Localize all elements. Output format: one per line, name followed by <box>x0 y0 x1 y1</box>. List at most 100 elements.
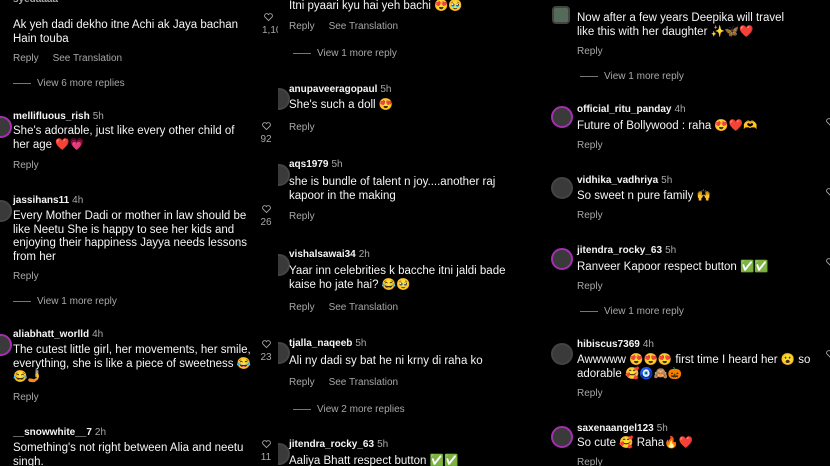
comment-username[interactable]: official_ritu_panday 4h <box>577 104 686 115</box>
reply-button[interactable]: Reply <box>289 122 315 133</box>
comment-username[interactable]: jassihans11 4h <box>13 195 83 206</box>
comment-username[interactable]: jitendra_rocky_63 5h <box>289 439 388 450</box>
comment-text: Now after a few years Deepika will trave… <box>577 12 785 38</box>
comment-time: 5h <box>661 175 673 186</box>
comment-text: Every Mother Dadi or mother in law shoul… <box>13 210 247 263</box>
reply-button[interactable]: Reply <box>13 271 39 282</box>
heart-icon <box>825 258 830 266</box>
comment-username[interactable]: aliabhatt_worlld 4h <box>13 329 103 340</box>
reply-row: Reply <box>577 46 617 57</box>
reply-button[interactable]: Reply <box>13 392 39 403</box>
comment-username[interactable]: __snowwhite__7 2h <box>13 427 106 438</box>
reply-row: Reply <box>577 388 617 399</box>
comment-text: Aaliya Bhatt respect button ✅✅ <box>289 455 459 466</box>
like-count: 92 <box>260 134 272 145</box>
comment-username[interactable]: mellifluous_rish 5h <box>13 111 104 122</box>
reply-button[interactable]: Reply <box>289 211 315 222</box>
comment-username[interactable]: jitendra_rocky_63 5h <box>577 245 676 256</box>
reply-row: Reply <box>13 392 53 403</box>
reply-row: Reply <box>577 281 617 292</box>
like-button[interactable]: 23 <box>260 340 272 364</box>
reply-button[interactable]: Reply <box>13 53 39 64</box>
comment-text: Awwwww 😍😍😍 first time I heard her 😮 so a… <box>577 354 811 380</box>
reply-button[interactable]: Reply <box>577 388 603 399</box>
comment-column-1: syedaaaa Ak yeh dadi dekho itne Achi ak … <box>0 0 278 466</box>
like-button[interactable] <box>824 350 830 362</box>
view-more-replies[interactable]: View 1 more reply <box>580 71 684 82</box>
view-more-replies[interactable]: View 6 more replies <box>13 78 125 89</box>
reply-button[interactable]: Reply <box>13 160 39 171</box>
comment-username[interactable]: saxenaangel123 5h <box>577 423 668 434</box>
see-translation-button[interactable]: See Translation <box>329 302 399 313</box>
avatar[interactable] <box>551 177 573 199</box>
like-button[interactable] <box>824 258 830 270</box>
comment-text: Ranveer Kapoor respect button ✅✅ <box>577 261 769 273</box>
like-count: 23 <box>260 352 272 363</box>
avatar[interactable] <box>551 248 573 270</box>
partial-username[interactable]: syedaaaa <box>13 0 58 5</box>
view-more-replies[interactable]: View 1 more reply <box>580 306 684 317</box>
comment-username[interactable]: aqs1979 5h <box>289 159 343 170</box>
like-count: 1,10 <box>262 25 278 36</box>
reply-row: Reply <box>289 211 329 222</box>
heart-icon <box>261 440 271 448</box>
reply-row: Reply <box>577 457 617 466</box>
reply-button[interactable]: Reply <box>289 302 315 313</box>
comment-time: 5h <box>92 111 104 122</box>
view-more-replies[interactable]: View 1 more reply <box>13 296 117 307</box>
heart-icon <box>261 122 271 130</box>
like-count: 11 <box>260 452 272 463</box>
comment-text: Future of Bollywood : raha 😍❤️🫶 <box>577 120 758 132</box>
reply-button[interactable]: Reply <box>577 281 603 292</box>
avatar[interactable] <box>552 6 570 24</box>
comment-time: 5h <box>665 245 677 256</box>
like-button[interactable]: 11 <box>260 440 272 464</box>
avatar[interactable] <box>551 343 573 365</box>
avatar[interactable] <box>0 334 12 356</box>
view-more-replies[interactable]: View 2 more replies <box>293 404 405 415</box>
avatar[interactable] <box>0 116 12 138</box>
comment-time: 5h <box>355 338 367 349</box>
comment-time: 5h <box>656 423 668 434</box>
like-button[interactable] <box>824 188 830 200</box>
reply-row: Reply See Translation <box>289 302 412 313</box>
avatar[interactable] <box>551 426 573 448</box>
comment-username[interactable]: vishalsawai34 2h <box>289 249 370 260</box>
see-translation-button[interactable]: See Translation <box>329 21 399 32</box>
reply-button[interactable]: Reply <box>289 21 315 32</box>
reply-button[interactable]: Reply <box>577 46 603 57</box>
comment-time: 4h <box>674 104 686 115</box>
comment-column-2: Itni pyaari kyu hai yeh bachi 😍🥹 Reply Se… <box>278 0 540 466</box>
comment-username[interactable]: anupaveeragopaul 5h <box>289 84 391 95</box>
like-button[interactable]: 26 <box>260 205 272 229</box>
comment-username[interactable]: hibiscus7369 4h <box>577 339 654 350</box>
reply-button[interactable]: Reply <box>289 377 315 388</box>
reply-row: Reply See Translation <box>289 21 412 32</box>
like-button[interactable]: 92 <box>260 122 272 146</box>
see-translation-button[interactable]: See Translation <box>53 53 123 64</box>
avatar[interactable] <box>0 200 12 222</box>
heart-icon <box>261 340 271 348</box>
reply-row: Reply <box>13 271 53 282</box>
comment-text: Ali ny dadi sy bat he ni krny di raha ko <box>289 355 483 367</box>
comment-time: 4h <box>92 329 104 340</box>
avatar[interactable] <box>551 106 573 128</box>
like-button[interactable]: 1,10 <box>262 13 278 37</box>
comment-username[interactable]: tjalla_naqeeb 5h <box>289 338 366 349</box>
heart-icon <box>261 205 271 213</box>
view-more-replies[interactable]: View 1 more reply <box>293 48 397 59</box>
like-button[interactable] <box>824 118 830 130</box>
comment-text: So sweet n pure family 🙌 <box>577 190 711 202</box>
comment-text: She's such a doll 😍 <box>289 99 394 111</box>
reply-button[interactable]: Reply <box>577 140 603 151</box>
reply-button[interactable]: Reply <box>577 457 603 466</box>
comment-time: 2h <box>94 427 107 438</box>
comment-time: 2h <box>358 249 370 260</box>
comment-text: She's adorable, just like every other ch… <box>13 125 235 151</box>
comment-time: 5h <box>377 439 389 450</box>
comment-text: So cute 🥰 Raha🔥❤️ <box>577 437 693 449</box>
comment-username[interactable]: vidhika_vadhriya 5h <box>577 175 672 186</box>
heart-icon <box>825 350 830 358</box>
reply-button[interactable]: Reply <box>577 210 603 221</box>
see-translation-button[interactable]: See Translation <box>329 377 399 388</box>
